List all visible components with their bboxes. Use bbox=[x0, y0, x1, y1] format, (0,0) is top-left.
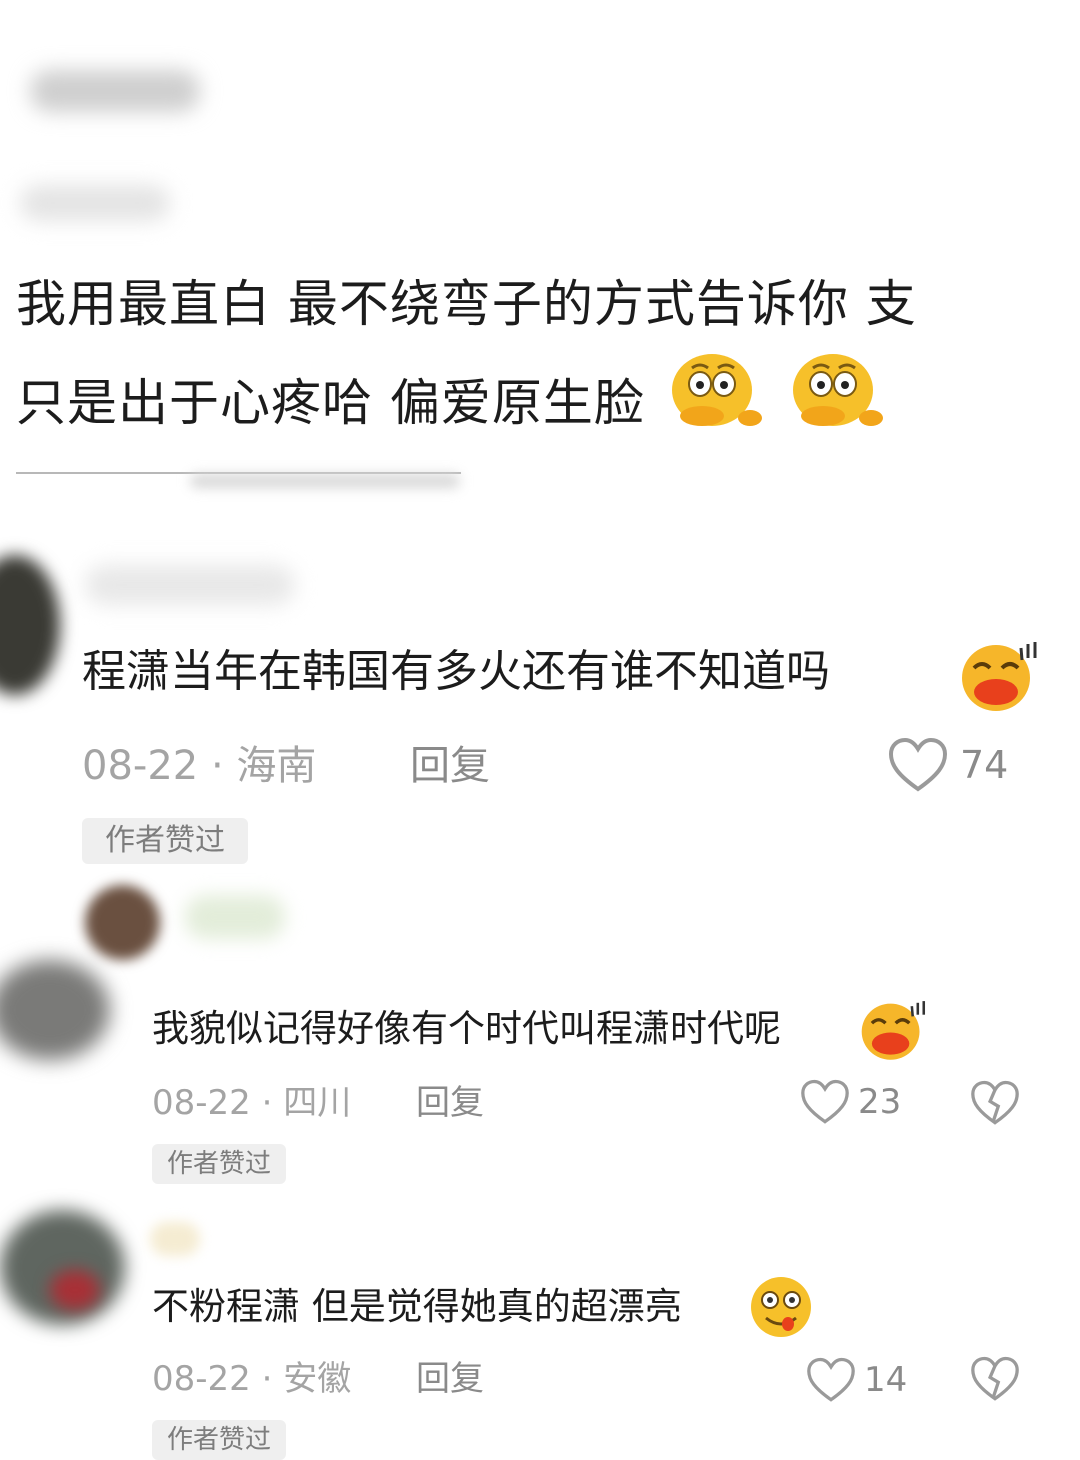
thinking-emoji-icon bbox=[783, 350, 887, 463]
laughing-emoji-icon bbox=[858, 996, 930, 1068]
heart-icon bbox=[806, 1357, 856, 1403]
blurred-reply-preview bbox=[185, 895, 285, 939]
heart-icon bbox=[888, 737, 948, 793]
like-button[interactable]: 14 bbox=[806, 1352, 907, 1408]
like-button[interactable]: 74 bbox=[888, 734, 1008, 796]
broken-heart-icon[interactable] bbox=[970, 1356, 1020, 1402]
post-line-2-row: 只是出于心疼哈 偏爱原生脸 bbox=[16, 350, 1076, 463]
comment-text: 我貌似记得好像有个时代叫程潇时代呢 bbox=[152, 1007, 781, 1050]
laughing-emoji-icon bbox=[958, 636, 1042, 720]
comment-date-location: 08-22 · 安徽 bbox=[152, 1359, 352, 1399]
blurred-commenter-name bbox=[85, 565, 295, 605]
like-count: 23 bbox=[858, 1082, 902, 1122]
heart-icon bbox=[800, 1079, 850, 1125]
broken-heart-icon[interactable] bbox=[970, 1080, 1020, 1126]
blurred-username bbox=[30, 70, 200, 112]
author-liked-badge: 作者赞过 bbox=[152, 1144, 286, 1184]
post-line-1: 我用最直白 最不绕弯子的方式告诉你 支 bbox=[16, 275, 917, 333]
blurred-commenter-name bbox=[150, 1222, 200, 1256]
author-liked-badge: 作者赞过 bbox=[152, 1420, 286, 1460]
avatar[interactable] bbox=[85, 885, 160, 960]
comment-text: 程潇当年在韩国有多火还有谁不知道吗 bbox=[82, 646, 830, 697]
blurred-caption bbox=[190, 474, 460, 488]
like-count: 74 bbox=[960, 743, 1009, 787]
comment-text: 不粉程潇 但是觉得她真的超漂亮 bbox=[152, 1285, 682, 1328]
author-liked-badge: 作者赞过 bbox=[82, 818, 248, 864]
avatar[interactable] bbox=[0, 960, 110, 1060]
post-text: 我用最直白 最不绕弯子的方式告诉你 支 只是出于心疼哈 偏爱原生脸 bbox=[16, 258, 1076, 463]
avatar-accent bbox=[50, 1270, 100, 1310]
thinking-emoji-icon bbox=[662, 350, 766, 463]
blurred-subtitle bbox=[20, 185, 170, 221]
drooling-emoji-icon bbox=[748, 1274, 814, 1344]
reply-button[interactable]: 回复 bbox=[410, 740, 490, 792]
avatar[interactable] bbox=[0, 555, 60, 695]
like-count: 14 bbox=[864, 1360, 908, 1400]
comment-date-location: 08-22 · 四川 bbox=[152, 1083, 352, 1123]
comment-date-location: 08-22 · 海南 bbox=[82, 743, 317, 789]
reply-button[interactable]: 回复 bbox=[416, 1080, 484, 1126]
post-line-2: 只是出于心疼哈 偏爱原生脸 bbox=[16, 374, 645, 432]
reply-button[interactable]: 回复 bbox=[416, 1356, 484, 1402]
like-button[interactable]: 23 bbox=[800, 1074, 901, 1130]
